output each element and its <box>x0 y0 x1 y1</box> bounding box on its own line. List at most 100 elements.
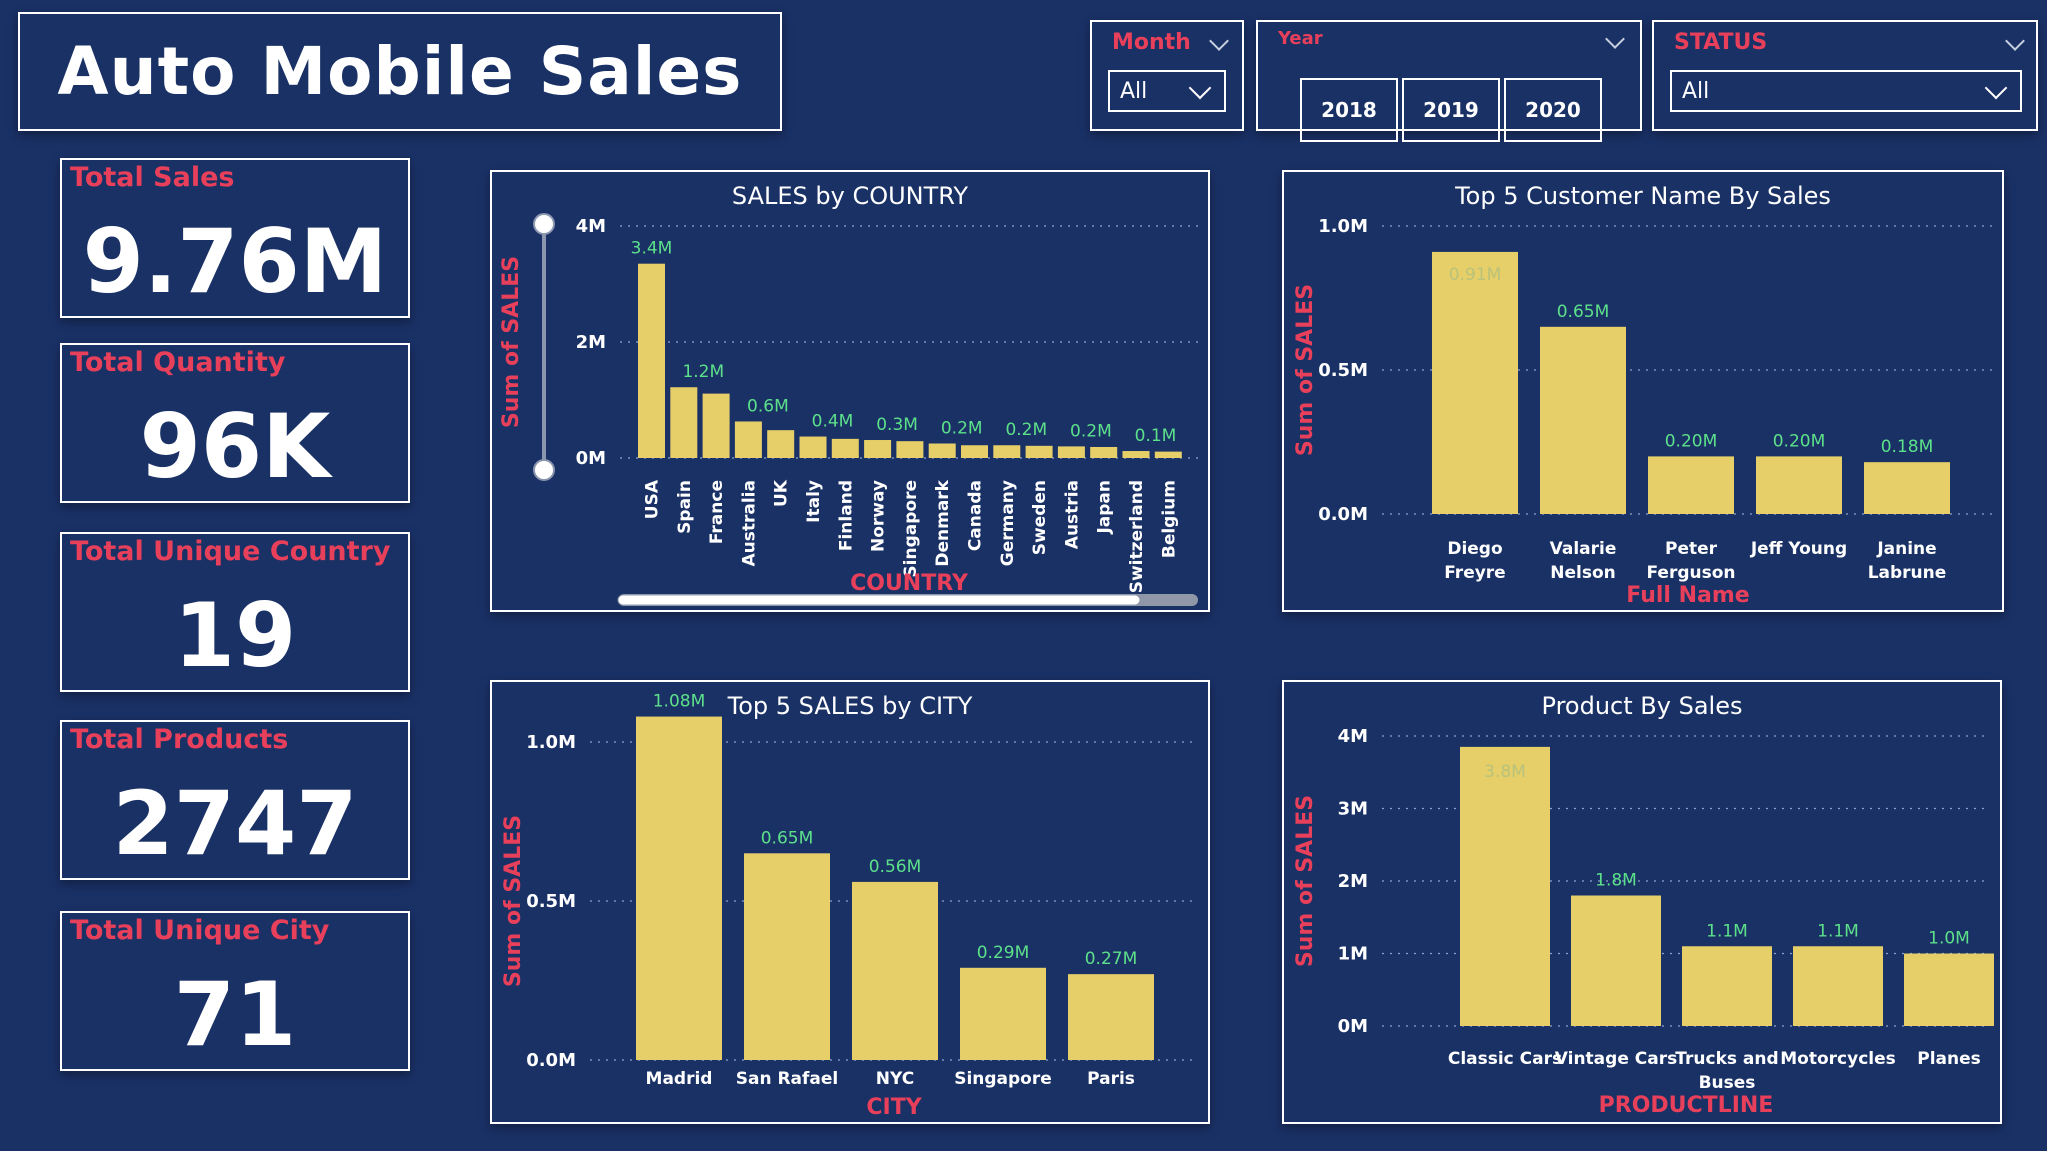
bar[interactable] <box>1793 946 1883 1026</box>
x-category-label: Sweden <box>1030 480 1050 555</box>
bar[interactable] <box>799 436 827 458</box>
status-dropdown-value: All <box>1682 78 1710 104</box>
status-slicer: STATUS All <box>1652 20 2038 131</box>
chevron-down-icon[interactable] <box>1605 29 1625 49</box>
x-category-label: Spain <box>675 480 695 534</box>
kpi-value: 71 <box>173 963 297 1066</box>
data-label: 0.6M <box>747 396 789 416</box>
bar[interactable] <box>1648 456 1734 514</box>
bar[interactable] <box>1682 946 1772 1026</box>
bar[interactable] <box>734 421 762 458</box>
year-button-2020[interactable]: 2020 <box>1504 78 1602 142</box>
bar[interactable] <box>1460 746 1550 1026</box>
year-button-2018[interactable]: 2018 <box>1300 78 1398 142</box>
bar[interactable] <box>960 967 1046 1060</box>
data-label: 1.08M <box>653 692 706 712</box>
horizontal-scrollbar-thumb[interactable] <box>617 594 1141 606</box>
top-cities-svg: Top 5 SALES by CITY Sum of SALES 0.0M 0.5M 1… <box>501 692 1198 1120</box>
status-slicer-label: STATUS <box>1674 30 1768 55</box>
bar[interactable] <box>1904 953 1994 1027</box>
status-dropdown[interactable]: All <box>1670 70 2022 112</box>
zoom-slider-handle[interactable] <box>533 213 555 235</box>
chart-title: Top 5 SALES by CITY <box>727 692 973 720</box>
x-category-label: Freyre <box>1444 563 1505 583</box>
x-category-label: Norway <box>869 480 889 552</box>
bar[interactable] <box>670 387 698 458</box>
bar[interactable] <box>1057 446 1085 458</box>
kpi-total-quantity: Total Quantity 96K <box>60 343 410 503</box>
kpi-value: 19 <box>173 584 297 687</box>
product-by-sales-chart: Product By Sales Sum of SALES 0M 1M 2M 3M 4M 3.… <box>1282 680 2002 1124</box>
data-label: 3.8M <box>1484 762 1526 782</box>
x-category-label: San Rafael <box>736 1069 839 1089</box>
x-category-label: Labrune <box>1868 563 1947 583</box>
bar[interactable] <box>1122 451 1150 458</box>
data-label: 1.1M <box>1817 921 1859 941</box>
chevron-down-icon[interactable] <box>2005 31 2025 51</box>
data-label: 0.27M <box>1085 949 1138 969</box>
month-dropdown[interactable]: All <box>1108 70 1226 112</box>
bar[interactable] <box>1756 456 1842 514</box>
data-label: 0.29M <box>977 943 1030 963</box>
bar[interactable] <box>993 445 1021 458</box>
x-category-label: NYC <box>876 1069 914 1089</box>
data-label: 0.20M <box>1773 431 1826 451</box>
sales-by-country-chart: SALES by COUNTRY Sum of SALES 0M 2M 4M 3.4M US… <box>490 170 1210 612</box>
x-category-label: Paris <box>1087 1069 1135 1089</box>
zoom-slider-handle[interactable] <box>533 459 555 481</box>
y-axis-label: Sum of SALES <box>1293 284 1318 456</box>
x-category-label: Madrid <box>646 1069 713 1089</box>
chevron-down-icon[interactable] <box>1209 31 1229 51</box>
bar[interactable] <box>1432 251 1518 515</box>
kpi-label: Total Quantity <box>70 347 286 378</box>
x-category-label: USA <box>643 479 663 519</box>
data-label: 0.2M <box>1005 420 1047 440</box>
top-customers-svg: Top 5 Customer Name By Sales Sum of SALES… <box>1293 182 1994 608</box>
kpi-total-unique-country: Total Unique Country 19 <box>60 532 410 692</box>
y-tick-label: 2M <box>1338 871 1368 892</box>
year-slicer-label: Year <box>1278 28 1323 49</box>
page-title: Auto Mobile Sales <box>57 33 743 110</box>
kpi-total-products: Total Products 2747 <box>60 720 410 880</box>
data-label: 3.4M <box>631 239 673 259</box>
bar[interactable] <box>852 881 938 1060</box>
year-button-2019[interactable]: 2019 <box>1402 78 1500 142</box>
x-axis-label: CITY <box>866 1095 922 1120</box>
bar[interactable] <box>831 438 859 458</box>
x-category-label: Switzerland <box>1127 480 1147 593</box>
title-card: Auto Mobile Sales <box>18 12 782 131</box>
x-category-label: Peter <box>1665 539 1718 559</box>
y-tick-label: 3M <box>1338 799 1368 820</box>
bar[interactable] <box>1864 462 1950 514</box>
bar[interactable] <box>1090 446 1118 458</box>
bar[interactable] <box>1540 326 1626 514</box>
bar[interactable] <box>638 263 665 458</box>
kpi-total-unique-city: Total Unique City 71 <box>60 911 410 1071</box>
bar[interactable] <box>1025 445 1053 458</box>
y-axis-label: Sum of SALES <box>1293 795 1318 967</box>
data-label: 0.2M <box>1070 421 1112 441</box>
bar[interactable] <box>702 393 730 458</box>
bar[interactable] <box>744 853 830 1060</box>
bar[interactable] <box>636 716 722 1060</box>
x-category-label: Australia <box>739 480 759 567</box>
bar[interactable] <box>864 440 892 458</box>
y-axis-label: Sum of SALES <box>501 815 526 987</box>
bar[interactable] <box>896 441 924 458</box>
bar[interactable] <box>767 430 795 458</box>
bar[interactable] <box>928 443 956 459</box>
bar[interactable] <box>1154 451 1182 458</box>
bar[interactable] <box>1068 974 1154 1060</box>
chart-title: SALES by COUNTRY <box>732 182 969 210</box>
x-category-label: Motorcycles <box>1780 1049 1896 1069</box>
x-category-label: Italy <box>804 480 824 523</box>
x-category-label: Buses <box>1699 1073 1756 1093</box>
y-tick-label: 0.5M <box>526 891 576 912</box>
kpi-value: 2747 <box>112 772 358 875</box>
y-tick-label: 1.0M <box>526 732 576 753</box>
x-axis-label: COUNTRY <box>850 571 969 596</box>
bar[interactable] <box>1571 895 1661 1027</box>
bar[interactable] <box>961 445 988 458</box>
x-category-label: Classic Cars <box>1448 1049 1562 1069</box>
data-label: 0.65M <box>1557 302 1610 322</box>
